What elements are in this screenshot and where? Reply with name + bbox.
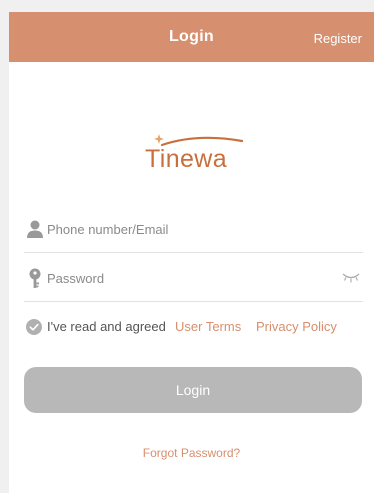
privacy-policy-link[interactable]: Privacy Policy <box>256 318 337 336</box>
tinewa-logo: Tinewa <box>142 130 246 174</box>
check-circle-icon[interactable] <box>26 319 42 335</box>
password-input[interactable] <box>47 267 327 289</box>
eye-closed-icon[interactable] <box>341 270 361 284</box>
login-screen: Login Register Tinewa Phone number/Email… <box>9 12 374 493</box>
agreement-text: I've read and agreed <box>47 319 166 334</box>
agreement-row: I've read and agreed User Terms Privacy … <box>26 318 366 336</box>
app-header: Login Register <box>9 12 374 62</box>
forgot-password-link[interactable]: Forgot Password? <box>9 446 374 460</box>
password-field <box>24 253 363 302</box>
phone-email-input[interactable] <box>47 218 327 240</box>
logo-text: Tinewa <box>145 145 228 173</box>
login-button[interactable]: Login <box>24 367 362 413</box>
person-icon <box>27 220 43 238</box>
register-link[interactable]: Register <box>314 31 362 46</box>
phone-field <box>24 204 363 253</box>
user-terms-link[interactable]: User Terms <box>175 318 241 336</box>
key-icon <box>29 268 41 288</box>
